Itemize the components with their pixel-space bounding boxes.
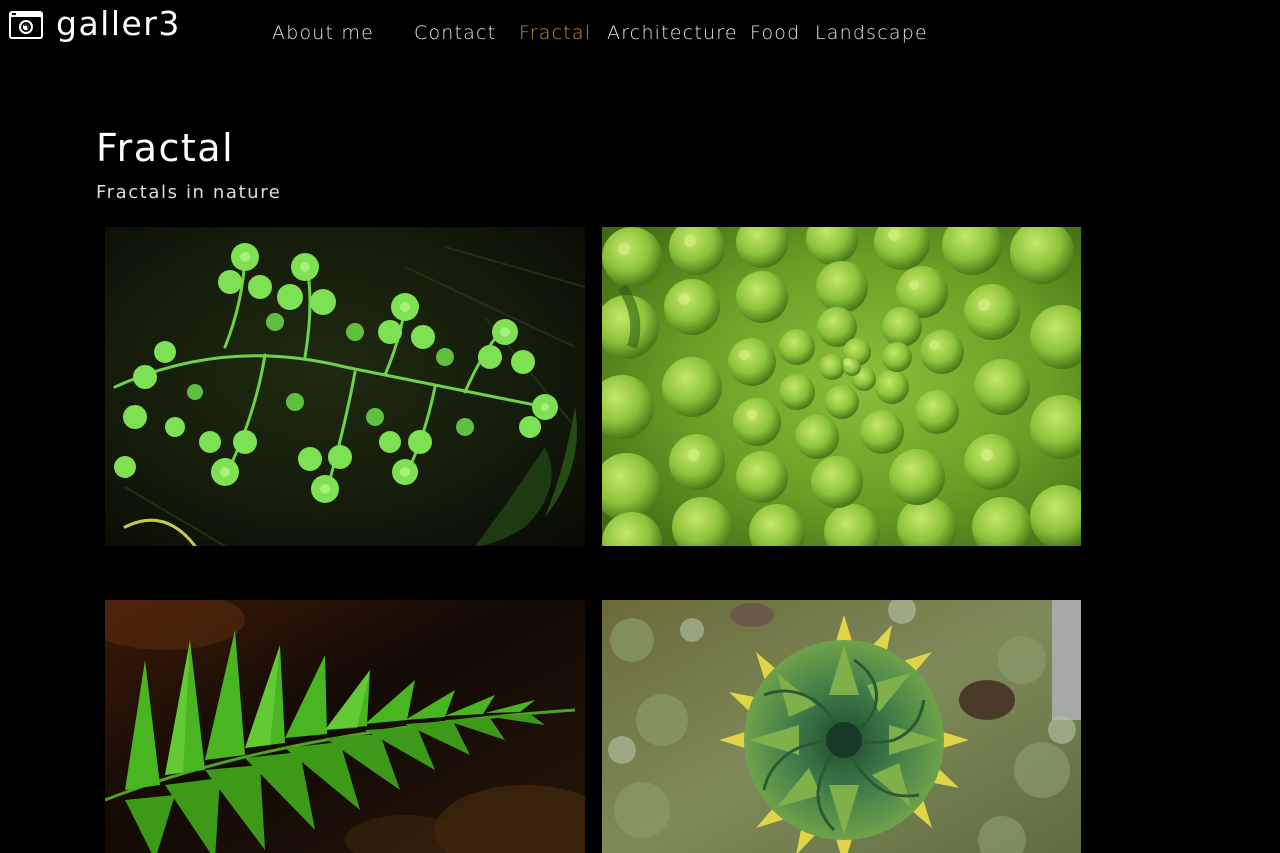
nav-item-landscape[interactable]: Landscape	[815, 22, 928, 44]
fractal-fern-leaf-photo	[105, 227, 585, 546]
page-title: Fractal	[96, 126, 235, 170]
fern-frond-photo	[105, 600, 585, 853]
gallery-image-romanesco-broccoli[interactable]	[602, 227, 1081, 546]
brand-name: galler3	[56, 3, 181, 43]
gallery-image-fern-frond[interactable]	[105, 600, 585, 853]
page: galler3 About me Contact Fractal Archite…	[0, 0, 1280, 853]
page-subtitle: Fractals in nature	[96, 182, 282, 203]
nav-item-architecture[interactable]: Architecture	[607, 22, 738, 44]
camera-icon	[9, 11, 43, 39]
gallery-image-fractal-fern-leaf[interactable]	[105, 227, 585, 546]
nav-item-fractal[interactable]: Fractal	[519, 22, 591, 44]
gallery-image-spiral-aloe[interactable]	[602, 600, 1081, 853]
brand-logo-link[interactable]: galler3	[8, 3, 181, 43]
romanesco-broccoli-photo	[602, 227, 1081, 546]
nav-item-food[interactable]: Food	[750, 22, 800, 44]
spiral-aloe-photo	[602, 600, 1081, 853]
nav-item-about-me[interactable]: About me	[272, 22, 374, 44]
nav-item-contact[interactable]: Contact	[414, 22, 496, 44]
